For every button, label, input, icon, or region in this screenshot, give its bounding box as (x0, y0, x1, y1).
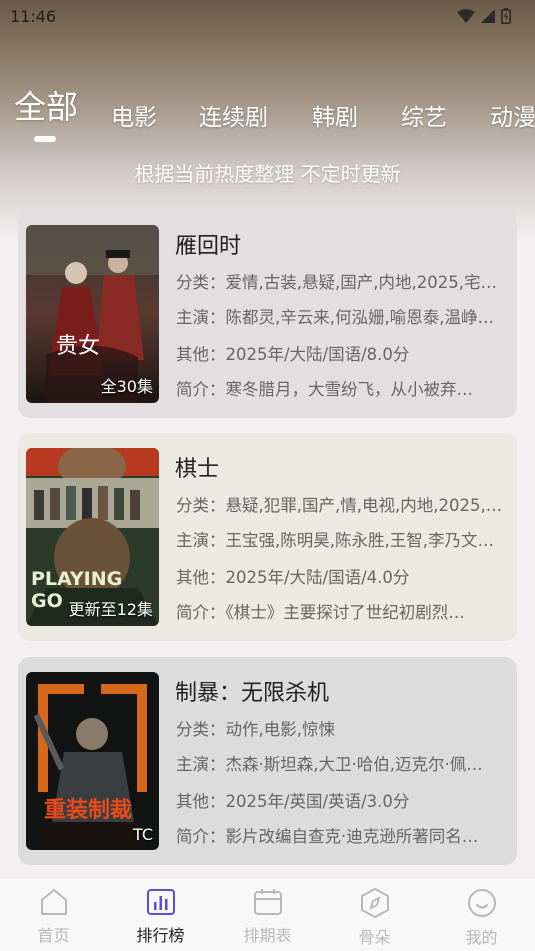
nav-ranking-label: 排行榜 (136, 926, 185, 945)
nav-schedule[interactable]: 排期表 (214, 878, 321, 951)
episode-count: 全30集 (100, 377, 153, 396)
card-title: 制暴：无限杀机 (175, 681, 330, 706)
card-cast: 主演：陈都灵,辛云来,何泓姗,喻恩泰,温峥… (176, 308, 494, 327)
poster-image[interactable]: 重装制裁 TC (26, 672, 159, 850)
card-intro: 简介：寒冬腊月，大雪纷飞，从小被弃… (176, 380, 473, 399)
tab-korean-drama[interactable]: 韩剧 (312, 98, 358, 132)
tab-variety[interactable]: 综艺 (401, 98, 447, 132)
poster-logo-text: 贵女 (56, 334, 101, 359)
nav-profile[interactable]: 我的 (428, 878, 535, 951)
card-other: 其他：2025年/大陆/国语/4.0分 (176, 568, 410, 587)
nav-schedule-label: 排期表 (243, 926, 292, 945)
smile-icon (467, 889, 496, 917)
home-icon (40, 889, 67, 915)
status-bar: 11:46 (0, 0, 535, 32)
bottom-navigation: 首页 排行榜 排期表 骨朵 我的 (0, 877, 535, 951)
ranking-subtitle: 根据当前热度整理 不定时更新 (134, 162, 401, 186)
card-intro: 简介：影片改编自查克·迪克逊所著同名… (176, 827, 479, 846)
ranking-card[interactable]: 贵女 全30集 雁回时 分类：爱情,古装,悬疑,国产,内地,2025,宅… 主演… (18, 210, 517, 418)
card-title: 雁回时 (175, 234, 242, 259)
tab-all[interactable]: 全部 (14, 88, 78, 128)
wifi-icon (457, 9, 475, 23)
nav-ranking[interactable]: 排行榜 (107, 878, 214, 951)
battery-icon (501, 8, 511, 24)
tab-movies[interactable]: 电影 (111, 98, 157, 132)
calendar-icon (253, 889, 282, 915)
poster-image[interactable]: PLAYING GO 更新至12集 (26, 448, 159, 626)
episode-count: 更新至12集 (68, 600, 153, 619)
nav-profile-label: 我的 (465, 928, 498, 947)
episode-count: TC (132, 825, 153, 844)
card-cast: 主演：王宝强,陈明昊,陈永胜,王智,李乃文… (176, 531, 494, 550)
signal-icon (481, 9, 495, 23)
active-tab-indicator (34, 136, 56, 142)
card-other: 其他：2025年/英国/英语/3.0分 (176, 792, 410, 811)
nav-gudou[interactable]: 骨朵 (321, 878, 428, 951)
card-intro: 简介：《棋士》主要探讨了世纪初剧烈… (176, 603, 465, 622)
poster-image[interactable]: 贵女 全30集 (26, 225, 159, 403)
card-cast: 主演：杰森·斯坦森,大卫·哈伯,迈克尔·佩… (176, 755, 483, 774)
status-time: 11:46 (10, 6, 57, 26)
card-category: 分类：动作,电影,惊悚 (176, 720, 335, 739)
card-title: 棋士 (175, 457, 220, 482)
compass-icon (360, 888, 389, 918)
card-category: 分类：悬疑,犯罪,国产,情,电视,内地,2025,… (176, 496, 503, 515)
nav-gudou-label: 骨朵 (358, 928, 391, 947)
status-icons (457, 8, 511, 24)
nav-home-label: 首页 (37, 926, 70, 945)
nav-home[interactable]: 首页 (0, 878, 107, 951)
card-category: 分类：爱情,古装,悬疑,国产,内地,2025,宅… (176, 273, 497, 292)
chart-icon (146, 889, 175, 915)
poster-logo-text: 重装制裁 (44, 798, 133, 823)
ranking-card[interactable]: 重装制裁 TC 制暴：无限杀机 分类：动作,电影,惊悚 主演：杰森·斯坦森,大卫… (18, 657, 517, 865)
tab-anime[interactable]: 动漫 (490, 98, 535, 132)
tab-series[interactable]: 连续剧 (199, 98, 268, 132)
category-tabs: 全部 电影 连续剧 韩剧 综艺 动漫 (0, 88, 535, 148)
card-other: 其他：2025年/大陆/国语/8.0分 (176, 345, 410, 364)
ranking-card[interactable]: PLAYING GO 更新至12集 棋士 分类：悬疑,犯罪,国产,情,电视,内地… (18, 433, 517, 641)
